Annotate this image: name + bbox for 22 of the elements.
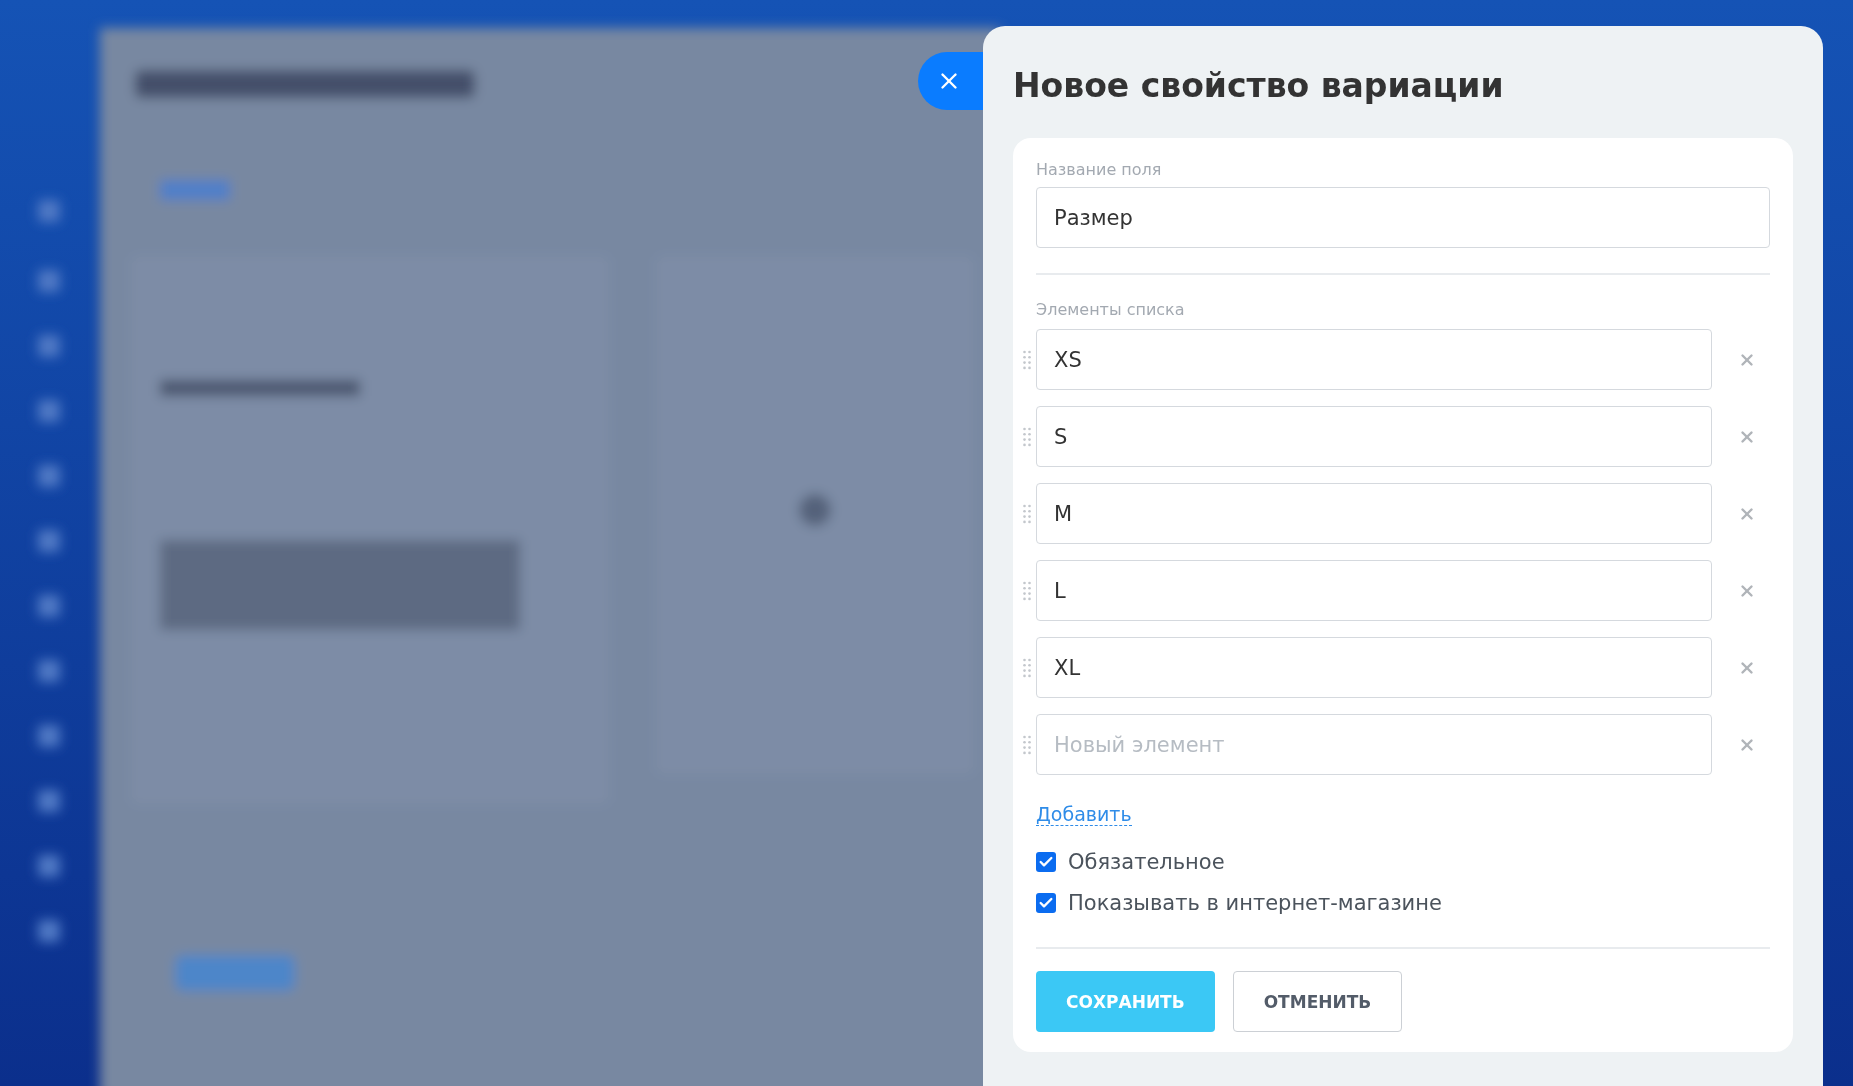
- list-item-field[interactable]: Новый элемент: [1036, 714, 1712, 775]
- panel-title: Новое свойство вариации: [1013, 65, 1505, 107]
- checkbox-label: Показывать в интернет-магазине: [1068, 891, 1442, 915]
- close-button[interactable]: [918, 52, 983, 110]
- list-item-field[interactable]: M: [1036, 483, 1712, 544]
- list-item-field[interactable]: S: [1036, 406, 1712, 467]
- cancel-button[interactable]: ОТМЕНИТЬ: [1232, 971, 1403, 1032]
- drag-handle-icon[interactable]: [1023, 657, 1031, 678]
- drag-handle-icon[interactable]: [1023, 734, 1031, 755]
- list-item-field[interactable]: XL: [1036, 637, 1712, 698]
- list-item-field[interactable]: L: [1036, 560, 1712, 621]
- field-label: Название поля: [1036, 160, 1163, 179]
- drag-handle-icon[interactable]: [1023, 426, 1031, 447]
- drag-handle-icon[interactable]: [1023, 503, 1031, 524]
- drag-handle-icon[interactable]: [1023, 580, 1031, 601]
- drag-handle-icon[interactable]: [1023, 349, 1031, 370]
- checkbox[interactable]: [1036, 852, 1056, 872]
- checkbox-label: Обязательное: [1068, 850, 1225, 874]
- list-item-field[interactable]: XS: [1036, 329, 1712, 390]
- checkbox[interactable]: [1036, 893, 1056, 913]
- input-field[interactable]: Размер: [1036, 187, 1770, 248]
- list-label: Элементы списка: [1036, 300, 1186, 319]
